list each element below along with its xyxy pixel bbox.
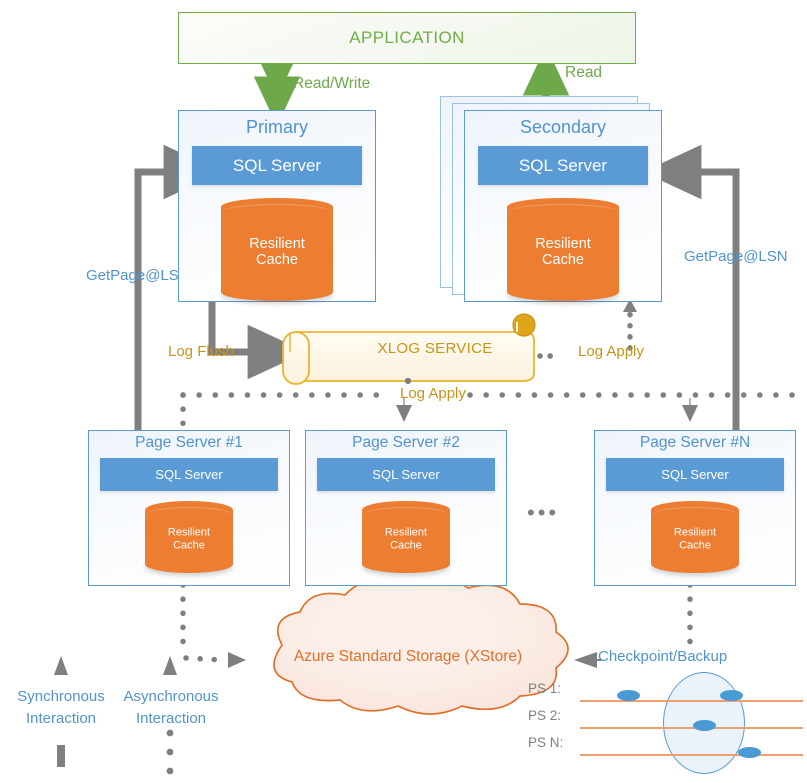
edge-checkpoint-backup (574, 652, 601, 668)
page-server-1-node[interactable]: Page Server #1 SQL Server Resilient Cach… (88, 430, 290, 586)
page-server-1-cache-label: Resilient Cache (145, 526, 233, 551)
checkpoint-backup-label: Checkpoint/Backup (598, 648, 728, 665)
timeline-line-2 (580, 727, 803, 729)
page-server-1-sql-server[interactable]: SQL Server (100, 458, 278, 491)
legend-asynchronous: Asynchronous Interaction (111, 686, 231, 730)
getpage-lsn-left-label: GetPage@LSN (86, 267, 190, 284)
page-server-1-resilient-cache: Resilient Cache (145, 501, 233, 573)
page-server-2-node[interactable]: Page Server #2 SQL Server Resilient Cach… (305, 430, 507, 586)
application-box[interactable]: APPLICATION (178, 12, 636, 64)
page-server-n-title: Page Server #N (639, 434, 751, 451)
timeline-marker (738, 747, 761, 758)
primary-cache-line2: Cache (256, 252, 298, 269)
page-server-2-sql-server-label: SQL Server (372, 467, 440, 482)
legend-asynchronous-line1: Asynchronous (123, 688, 219, 705)
page-server-1-sql-server-label: SQL Server (155, 467, 223, 482)
timeline-line-1 (580, 700, 803, 702)
read-label: Read (565, 64, 603, 81)
secondary-cache-label: Resilient Cache (507, 236, 619, 269)
cylinder-top-rim (362, 507, 450, 524)
page-servers-ellipsis: ••• (527, 500, 560, 525)
application-label: APPLICATION (349, 28, 465, 47)
timeline-row-label-2: PS 2: (528, 708, 562, 723)
secondary-cache-line2: Cache (542, 252, 584, 269)
cylinder-top-rim (145, 507, 233, 524)
page-server-n-node[interactable]: Page Server #N SQL Server Resilient Cach… (594, 430, 796, 586)
page-server-n-sql-server[interactable]: SQL Server (606, 458, 784, 491)
legend-synchronous: Synchronous Interaction (2, 686, 120, 730)
secondary-node[interactable]: Secondary SQL Server Resilient Cache (464, 110, 662, 302)
read-write-label: Read/Write (293, 75, 371, 92)
diagram-canvas: APPLICATION Read/Write Read GetPage@LSN … (0, 0, 807, 783)
edge-ps1-to-storage (180, 582, 246, 668)
cylinder-top-rim (651, 507, 739, 524)
timeline-marker (617, 690, 640, 701)
page-server-1-cache-line1: Resilient (167, 526, 211, 539)
page-server-2-cache-label: Resilient Cache (362, 526, 450, 551)
page-server-2-cache-line1: Resilient (384, 526, 428, 539)
legend-synchronous-line2: Interaction (25, 709, 97, 727)
secondary-title: Secondary (519, 117, 607, 137)
primary-sql-server-label: SQL Server (232, 155, 322, 175)
legend-asynchronous-line2: Interaction (135, 709, 207, 727)
secondary-cache-line1: Resilient (535, 235, 591, 252)
timeline-line-n (580, 754, 803, 756)
timeline-row-label-1: PS 1: (528, 681, 562, 696)
page-server-n-cache-label: Resilient Cache (651, 526, 739, 551)
primary-cache-line1: Resilient (249, 235, 305, 252)
secondary-sql-server[interactable]: SQL Server (478, 146, 648, 186)
legend-synchronous-line1: Synchronous (17, 688, 105, 705)
page-server-2-title: Page Server #2 (352, 434, 460, 451)
getpage-lsn-right-label: GetPage@LSN (684, 248, 788, 265)
page-server-n-sql-server-label: SQL Server (661, 467, 729, 482)
secondary-resilient-cache: Resilient Cache (507, 198, 619, 301)
timeline-marker (720, 690, 743, 701)
page-server-n-cache-line2: Cache (679, 539, 711, 552)
log-apply-pageservers-label: Log Apply (400, 385, 466, 402)
secondary-sql-server-label: SQL Server (518, 155, 608, 175)
primary-resilient-cache: Resilient Cache (221, 198, 333, 301)
primary-sql-server[interactable]: SQL Server (192, 146, 362, 186)
page-server-2-cache-line2: Cache (390, 539, 422, 552)
edge-log-apply-pageservers (180, 392, 798, 435)
page-server-1-cache-line2: Cache (173, 539, 205, 552)
storage-cloud-label: Azure Standard Storage (XStore) (293, 648, 523, 665)
log-flush-label: Log Flush (168, 343, 234, 360)
xlog-service-label: XLOG SERVICE (377, 340, 493, 357)
page-server-1-title: Page Server #1 (135, 434, 243, 451)
page-server-2-sql-server[interactable]: SQL Server (317, 458, 495, 491)
timeline-marker (693, 720, 716, 731)
page-server-n-resilient-cache: Resilient Cache (651, 501, 739, 573)
timeline-row-label-n: PS N: (528, 735, 564, 750)
log-apply-secondary-label: Log Apply (578, 343, 644, 360)
page-server-n-cache-line1: Resilient (673, 526, 717, 539)
primary-node[interactable]: Primary SQL Server Resilient Cache (178, 110, 376, 302)
primary-title: Primary (246, 117, 308, 137)
storage-cloud-shape (273, 575, 569, 715)
page-server-2-resilient-cache: Resilient Cache (362, 501, 450, 573)
primary-cache-label: Resilient Cache (221, 236, 333, 269)
